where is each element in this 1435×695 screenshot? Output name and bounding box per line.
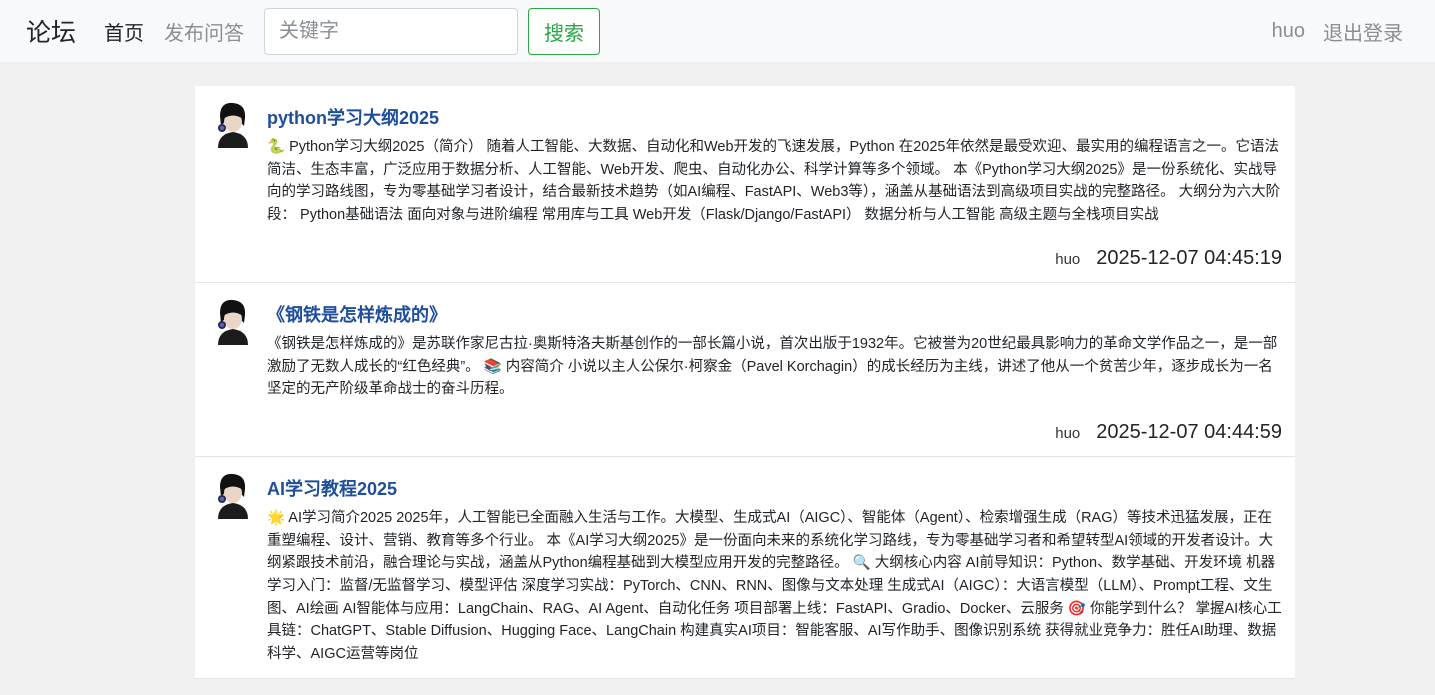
post-item: 《钢铁是怎样炼成的》 《钢铁是怎样炼成的》是苏联作家尼古拉·奥斯特洛夫斯基创作的… xyxy=(195,283,1295,457)
post-content: 🌟 AI学习简介2025 2025年，人工智能已全面融入生活与工作。大模型、生成… xyxy=(267,509,1282,663)
post-time: 2025-12-07 04:45:19 xyxy=(1096,246,1282,269)
post-title[interactable]: AI学习教程2025 xyxy=(267,475,1282,501)
post-meta: huo 2025-12-07 04:45:19 xyxy=(267,247,1282,270)
post-author: huo xyxy=(1055,424,1081,442)
avatar[interactable] xyxy=(206,294,256,345)
post-item: AI学习教程2025 🌟 AI学习简介2025 2025年，人工智能已全面融入生… xyxy=(195,457,1295,679)
post-content: 🐍 Python学习大纲2025（简介） 随着人工智能、大数据、自动化和Web开… xyxy=(267,139,1281,224)
avatar[interactable] xyxy=(206,468,256,519)
navbar: 论坛 首页 发布问答 搜索 huo 退出登录 xyxy=(0,0,1435,62)
post-author: huo xyxy=(1055,250,1081,268)
nav-link-home[interactable]: 首页 xyxy=(104,17,144,46)
post-meta: huo 2025-12-07 04:44:59 xyxy=(267,421,1282,444)
post-item: python学习大纲2025 🐍 Python学习大纲2025（简介） 随着人工… xyxy=(195,86,1295,283)
post-content: 《钢铁是怎样炼成的》是苏联作家尼古拉·奥斯特洛夫斯基创作的一部长篇小说，首次出版… xyxy=(267,335,1278,398)
post-list: python学习大纲2025 🐍 Python学习大纲2025（简介） 随着人工… xyxy=(195,86,1295,679)
brand-logo[interactable]: 论坛 xyxy=(26,13,76,49)
search-button[interactable]: 搜索 xyxy=(528,7,601,55)
post-time: 2025-12-07 04:44:59 xyxy=(1096,420,1282,443)
logout-link[interactable]: 退出登录 xyxy=(1323,17,1403,46)
search-input[interactable] xyxy=(264,7,519,55)
avatar[interactable] xyxy=(206,98,256,148)
post-title[interactable]: python学习大纲2025 xyxy=(267,104,1282,130)
user-area: huo 退出登录 xyxy=(1254,0,1403,62)
post-title[interactable]: 《钢铁是怎样炼成的》 xyxy=(267,301,1282,327)
username-link[interactable]: huo xyxy=(1272,20,1305,43)
nav-link-publish[interactable]: 发布问答 xyxy=(164,17,244,46)
